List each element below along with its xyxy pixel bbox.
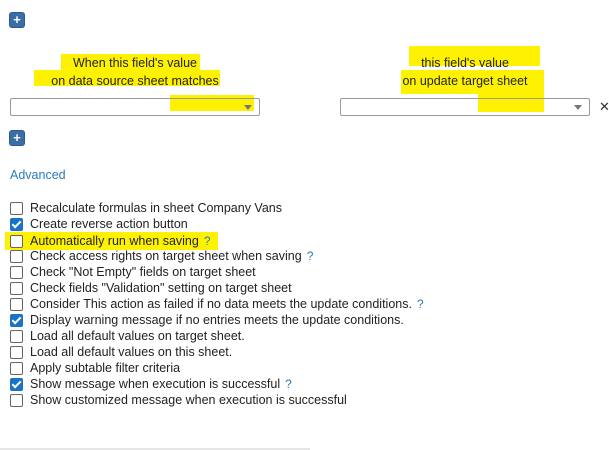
option-subtable-filter[interactable]: Apply subtable filter criteria — [10, 360, 180, 376]
advanced-link[interactable]: Advanced — [10, 168, 66, 182]
option-checkbox[interactable] — [10, 265, 23, 279]
right-header-line1: this field's value — [421, 56, 509, 70]
option-checkbox[interactable] — [10, 361, 23, 375]
option-label: Automatically run when saving — [30, 234, 199, 248]
option-label: Check "Not Empty" fields on target sheet — [30, 265, 256, 279]
option-auto-run-when-saving[interactable]: Automatically run when saving ? — [10, 233, 211, 249]
option-checkbox[interactable] — [10, 329, 23, 343]
option-load-defaults-this[interactable]: Load all default values on this sheet. — [10, 344, 232, 360]
option-label: Consider This action as failed if no dat… — [30, 297, 412, 311]
option-checkbox[interactable] — [10, 217, 23, 231]
source-field-select[interactable] — [10, 98, 260, 116]
option-label: Load all default values on this sheet. — [30, 345, 233, 359]
chevron-down-icon — [244, 105, 252, 110]
right-column-header: this field's value on update target shee… — [340, 54, 590, 90]
option-label: Check fields "Validation" setting on tar… — [30, 281, 292, 295]
option-recalculate-formulas[interactable]: Recalculate formulas in sheet Company Va… — [10, 200, 282, 216]
left-column-header: When this field's value on data source s… — [10, 54, 260, 90]
help-icon[interactable]: ? — [204, 234, 211, 248]
help-icon[interactable]: ? — [417, 297, 424, 311]
left-header-line1: When this field's value — [73, 56, 197, 70]
target-field-select[interactable] — [340, 98, 590, 116]
option-checkbox[interactable] — [10, 313, 23, 327]
option-label: Display warning message if no entries me… — [30, 313, 404, 327]
option-label: Apply subtable filter criteria — [30, 361, 181, 375]
option-checkbox[interactable] — [10, 393, 23, 407]
remove-condition-icon[interactable]: ✕ — [599, 99, 609, 115]
option-checkbox[interactable] — [10, 345, 23, 359]
option-checkbox[interactable] — [10, 249, 23, 263]
help-icon[interactable]: ? — [285, 377, 292, 391]
help-icon[interactable]: ? — [307, 249, 314, 263]
add-condition-button-top[interactable]: + — [10, 13, 24, 27]
option-label: Show customized message when execution i… — [30, 393, 347, 407]
option-check-not-empty[interactable]: Check "Not Empty" fields on target sheet — [10, 264, 256, 280]
option-label: Show message when execution is successfu… — [30, 377, 281, 391]
right-header-line2: on update target sheet — [402, 74, 528, 88]
option-create-reverse-action[interactable]: Create reverse action button — [10, 216, 188, 232]
option-label: Recalculate formulas in sheet Company Va… — [30, 201, 282, 215]
option-show-success-message[interactable]: Show message when execution is successfu… — [10, 376, 292, 392]
option-checkbox[interactable] — [10, 201, 23, 215]
option-checkbox[interactable] — [10, 377, 23, 391]
option-show-custom-message[interactable]: Show customized message when execution i… — [10, 392, 347, 408]
option-load-defaults-target[interactable]: Load all default values on target sheet. — [10, 328, 245, 344]
option-checkbox[interactable] — [10, 281, 23, 295]
option-label: Check access rights on target sheet when… — [30, 249, 302, 263]
option-checkbox[interactable] — [10, 297, 23, 311]
option-check-access-rights[interactable]: Check access rights on target sheet when… — [10, 248, 313, 264]
chevron-down-icon — [574, 105, 582, 110]
option-check-validation[interactable]: Check fields "Validation" setting on tar… — [10, 280, 292, 296]
option-checkbox[interactable] — [10, 234, 23, 248]
add-condition-button[interactable]: + — [10, 131, 24, 145]
left-header-line2: on data source sheet matches — [51, 74, 219, 88]
option-consider-failed[interactable]: Consider This action as failed if no dat… — [10, 296, 424, 312]
option-display-warning[interactable]: Display warning message if no entries me… — [10, 312, 404, 328]
option-label: Create reverse action button — [30, 217, 188, 231]
option-label: Load all default values on target sheet. — [30, 329, 245, 343]
